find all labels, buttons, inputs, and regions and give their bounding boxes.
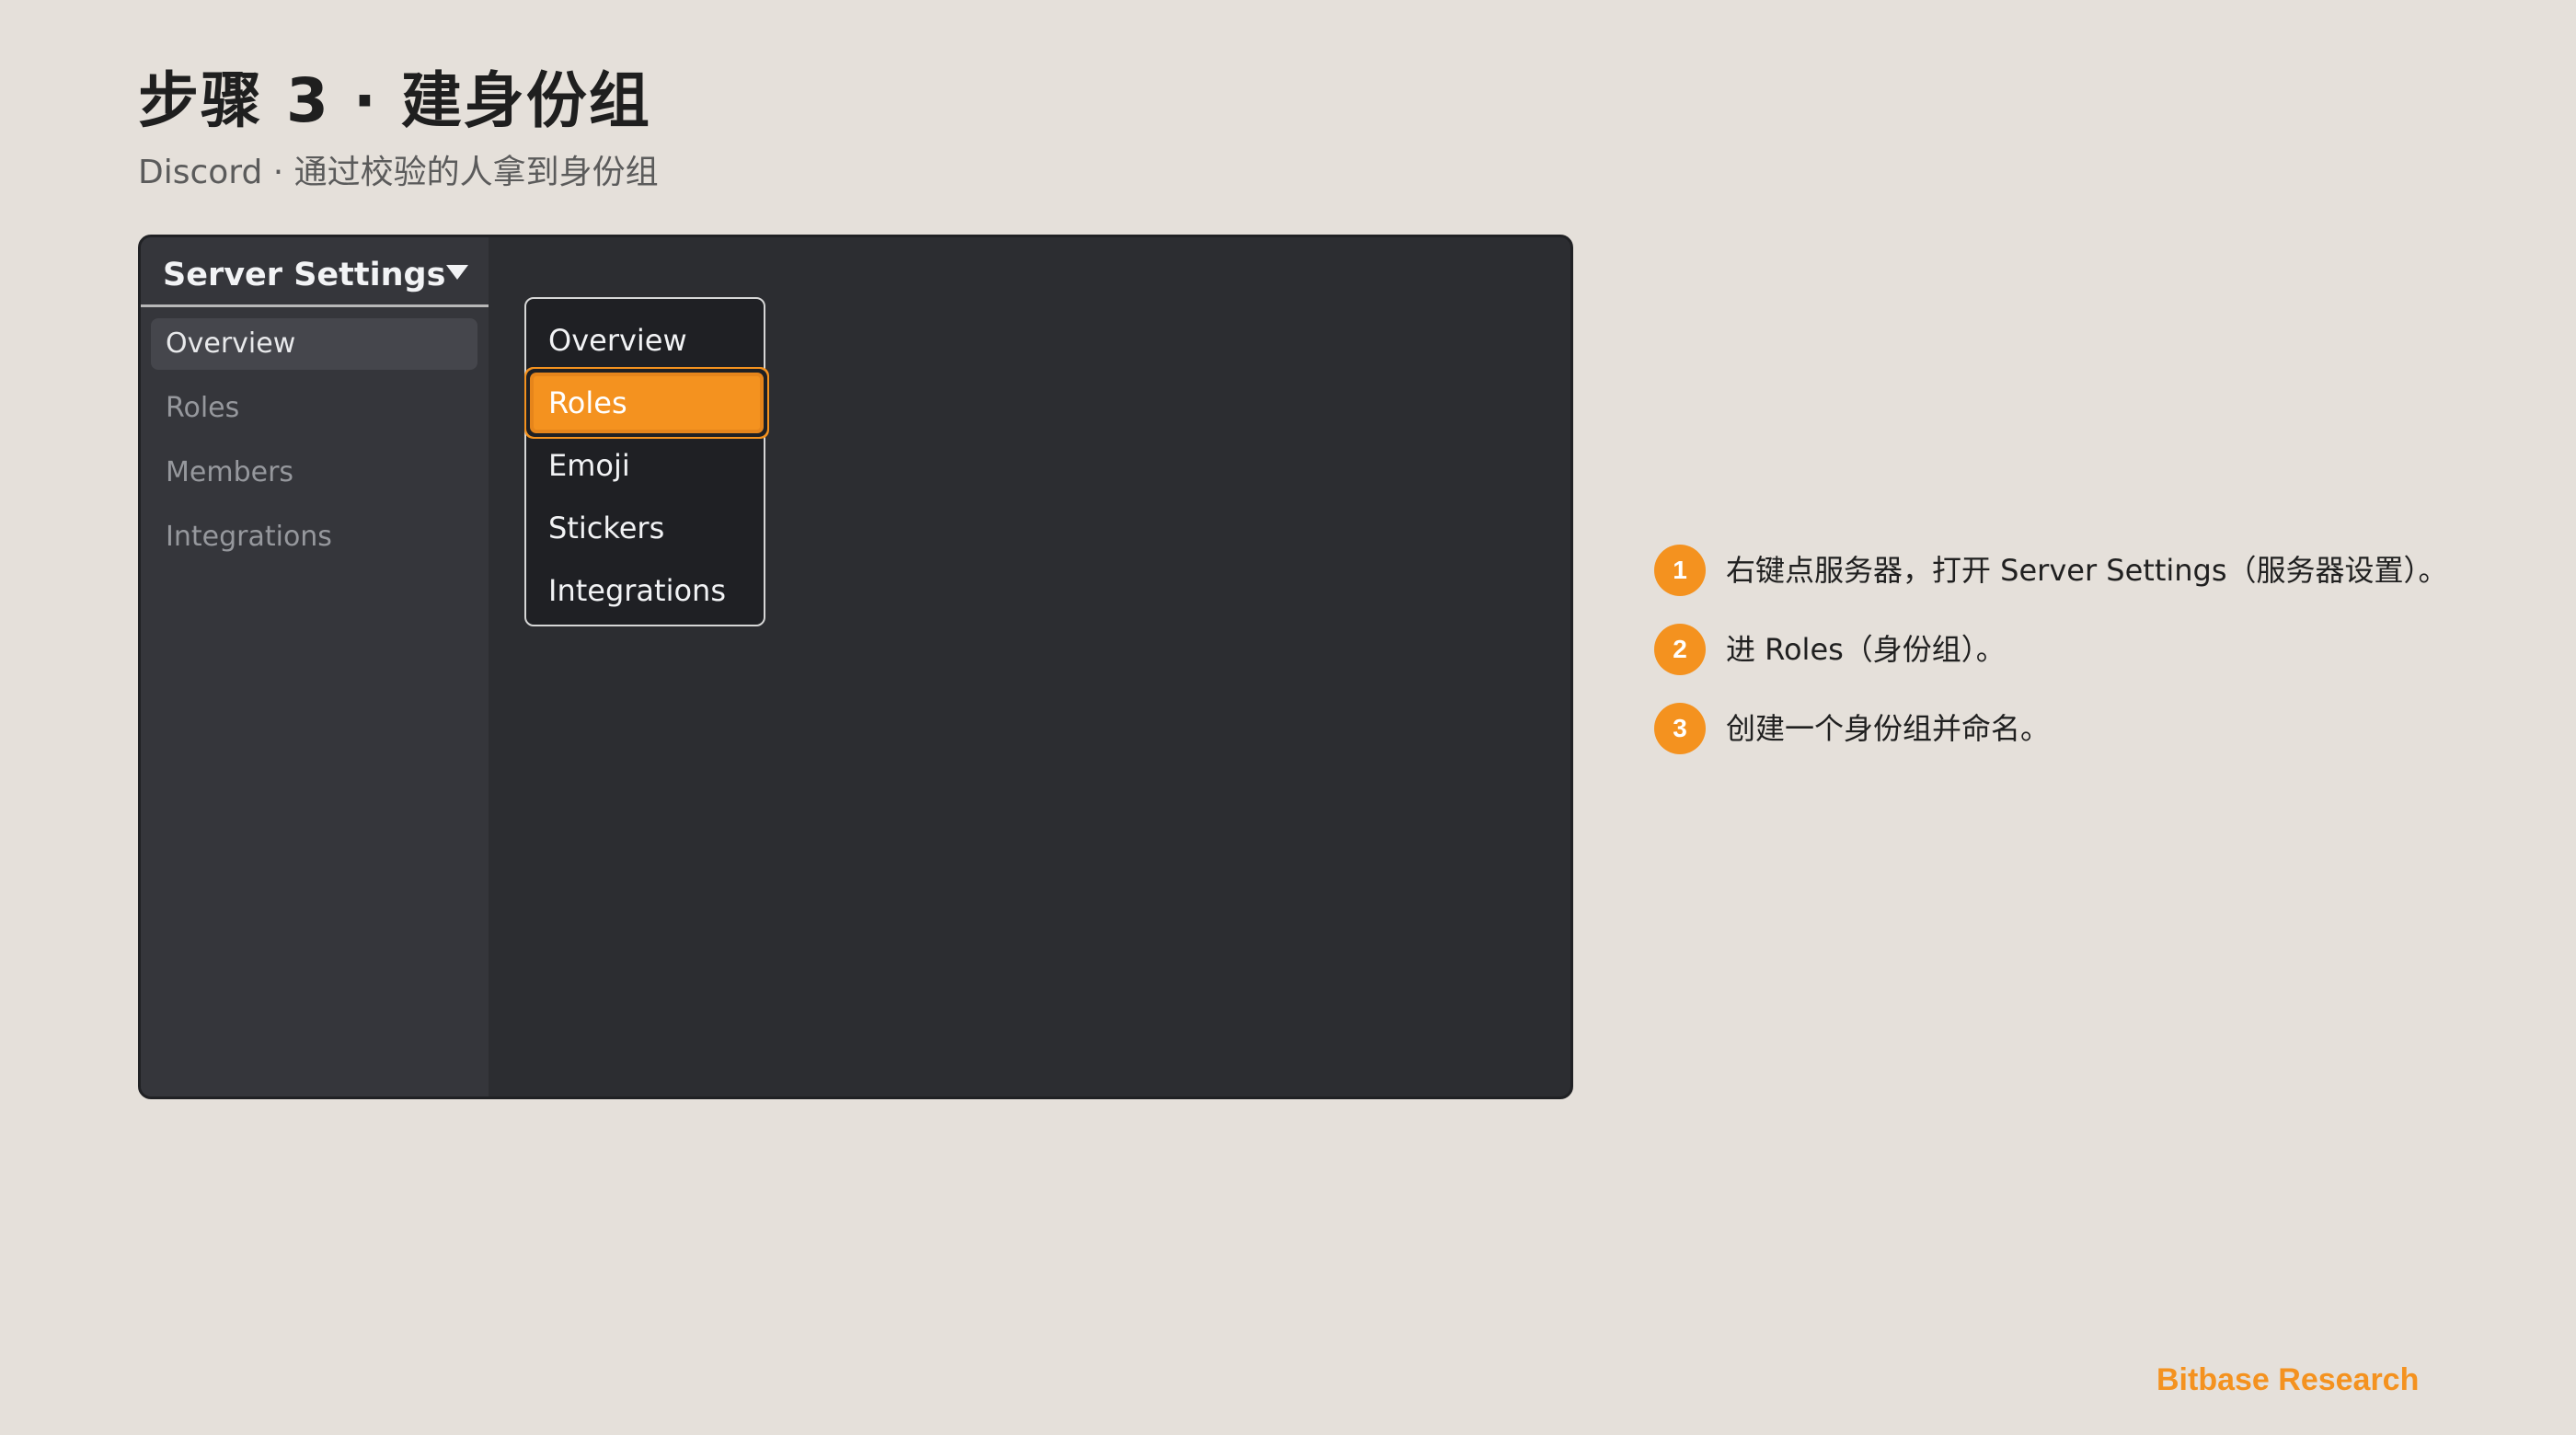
- step-text: 进 Roles（身份组）。: [1726, 632, 2006, 667]
- discord-server-settings-window: Server Settings Overview Roles Members I…: [138, 235, 1573, 1099]
- settings-sidebar: Server Settings Overview Roles Members I…: [141, 237, 489, 1096]
- step-number-badge: 3: [1654, 703, 1706, 754]
- sidebar-item-roles[interactable]: Roles: [151, 383, 477, 434]
- menu-item-integrations[interactable]: Integrations: [526, 564, 764, 617]
- page-title: 步骤 3 · 建身份组: [138, 65, 651, 136]
- page-subtitle: Discord · 通过校验的人拿到身份组: [138, 154, 659, 191]
- sidebar-item-overview[interactable]: Overview: [151, 318, 477, 370]
- sidebar-title: Server Settings: [163, 257, 446, 293]
- sidebar-item-integrations[interactable]: Integrations: [151, 511, 477, 563]
- sidebar-header[interactable]: Server Settings: [141, 237, 489, 307]
- step-number-badge: 1: [1654, 545, 1706, 596]
- step-text: 创建一个身份组并命名。: [1726, 711, 2051, 746]
- menu-item-roles[interactable]: Roles: [534, 376, 760, 430]
- chevron-down-icon[interactable]: [446, 265, 468, 280]
- menu-item-stickers[interactable]: Stickers: [526, 501, 764, 555]
- brand-label: Bitbase Research: [2156, 1362, 2420, 1397]
- menu-item-overview[interactable]: Overview: [526, 314, 764, 367]
- sidebar-item-members[interactable]: Members: [151, 447, 477, 499]
- step-number-badge: 2: [1654, 624, 1706, 675]
- sidebar-list: Overview Roles Members Integrations: [151, 318, 477, 576]
- menu-item-emoji[interactable]: Emoji: [526, 439, 764, 492]
- step-text: 右键点服务器，打开 Server Settings（服务器设置）。: [1726, 553, 2448, 588]
- context-menu: Overview Roles Emoji Stickers Integratio…: [524, 297, 765, 626]
